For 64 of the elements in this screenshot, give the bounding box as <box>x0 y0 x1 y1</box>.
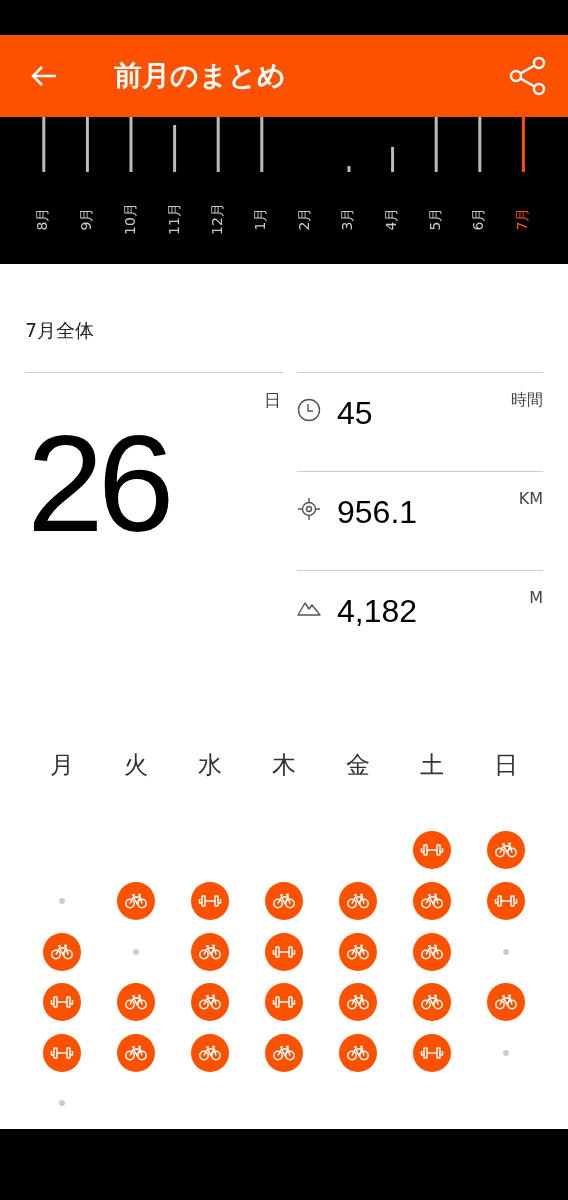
month-tab[interactable]: 1月 <box>239 183 284 254</box>
month-tab[interactable]: 8月 <box>22 183 66 254</box>
bike-icon <box>43 932 81 971</box>
bike-icon <box>117 983 155 1022</box>
weekday-label: 金 <box>345 750 371 780</box>
rest-day-dot <box>503 1049 509 1056</box>
stat-value: 956.1 <box>337 496 419 529</box>
dumbbell-icon <box>43 983 81 1022</box>
weekday-label: 火 <box>123 750 149 780</box>
bike-icon <box>413 932 451 971</box>
rest-day-dot <box>133 948 139 955</box>
weekday-label: 水 <box>197 750 223 780</box>
month-tab[interactable]: 12月 <box>196 183 240 254</box>
bike-icon <box>265 882 303 920</box>
bike-icon <box>339 882 377 920</box>
bike-icon <box>191 1033 229 1072</box>
rest-day-dot <box>503 948 509 955</box>
dumbbell-icon <box>413 1033 451 1072</box>
back-arrow-icon[interactable] <box>30 64 58 88</box>
rest-day-dot <box>59 1100 65 1107</box>
bike-icon <box>117 882 155 920</box>
weekday-label: 日 <box>493 750 519 780</box>
dumbbell-icon <box>43 1033 81 1072</box>
bike-icon <box>413 983 451 1022</box>
stat-value: 4,182 <box>337 595 419 628</box>
rest-day-dot <box>59 898 65 904</box>
bike-icon <box>191 932 229 971</box>
dumbbell-icon <box>191 882 229 920</box>
month-tab[interactable]: 2月 <box>283 183 328 254</box>
bike-icon <box>339 932 377 971</box>
stat-unit: 時間 <box>511 390 543 412</box>
dumbbell-icon <box>265 932 303 971</box>
bike-icon <box>487 831 525 870</box>
weekday-label: 土 <box>419 750 445 780</box>
screen-title: 前月のまとめ <box>114 58 287 94</box>
bike-icon <box>413 882 451 920</box>
bike-icon <box>191 983 229 1022</box>
dumbbell-icon <box>487 882 525 920</box>
days-unit: 日 <box>264 389 281 413</box>
summary-title: 7月全体 <box>25 318 96 344</box>
bike-icon <box>339 1033 377 1072</box>
month-tab[interactable]: 5月 <box>414 183 458 254</box>
weekday-label: 月 <box>49 750 75 780</box>
month-tab[interactable]: 7月 <box>501 183 546 254</box>
bike-icon <box>487 983 525 1022</box>
dumbbell-icon <box>413 831 451 870</box>
clock-icon <box>297 398 321 423</box>
dumbbell-icon <box>265 983 303 1022</box>
month-tab[interactable]: 4月 <box>370 183 415 254</box>
bike-icon <box>265 1033 303 1072</box>
stat-unit: M <box>529 588 543 608</box>
weekday-label: 木 <box>271 750 297 780</box>
month-tab[interactable]: 11月 <box>152 183 197 254</box>
month-tab[interactable]: 10月 <box>109 183 153 254</box>
month-tab[interactable]: 6月 <box>457 183 502 254</box>
month-tab[interactable]: 9月 <box>65 183 110 254</box>
share-icon[interactable] <box>508 56 548 96</box>
stat-value: 45 <box>337 397 374 430</box>
bike-icon <box>117 1033 155 1072</box>
days-count: 26 <box>27 414 169 553</box>
month-tab[interactable]: 3月 <box>327 183 371 254</box>
target-icon <box>297 497 321 522</box>
stat-unit: KM <box>518 489 543 509</box>
bike-icon <box>339 983 377 1022</box>
